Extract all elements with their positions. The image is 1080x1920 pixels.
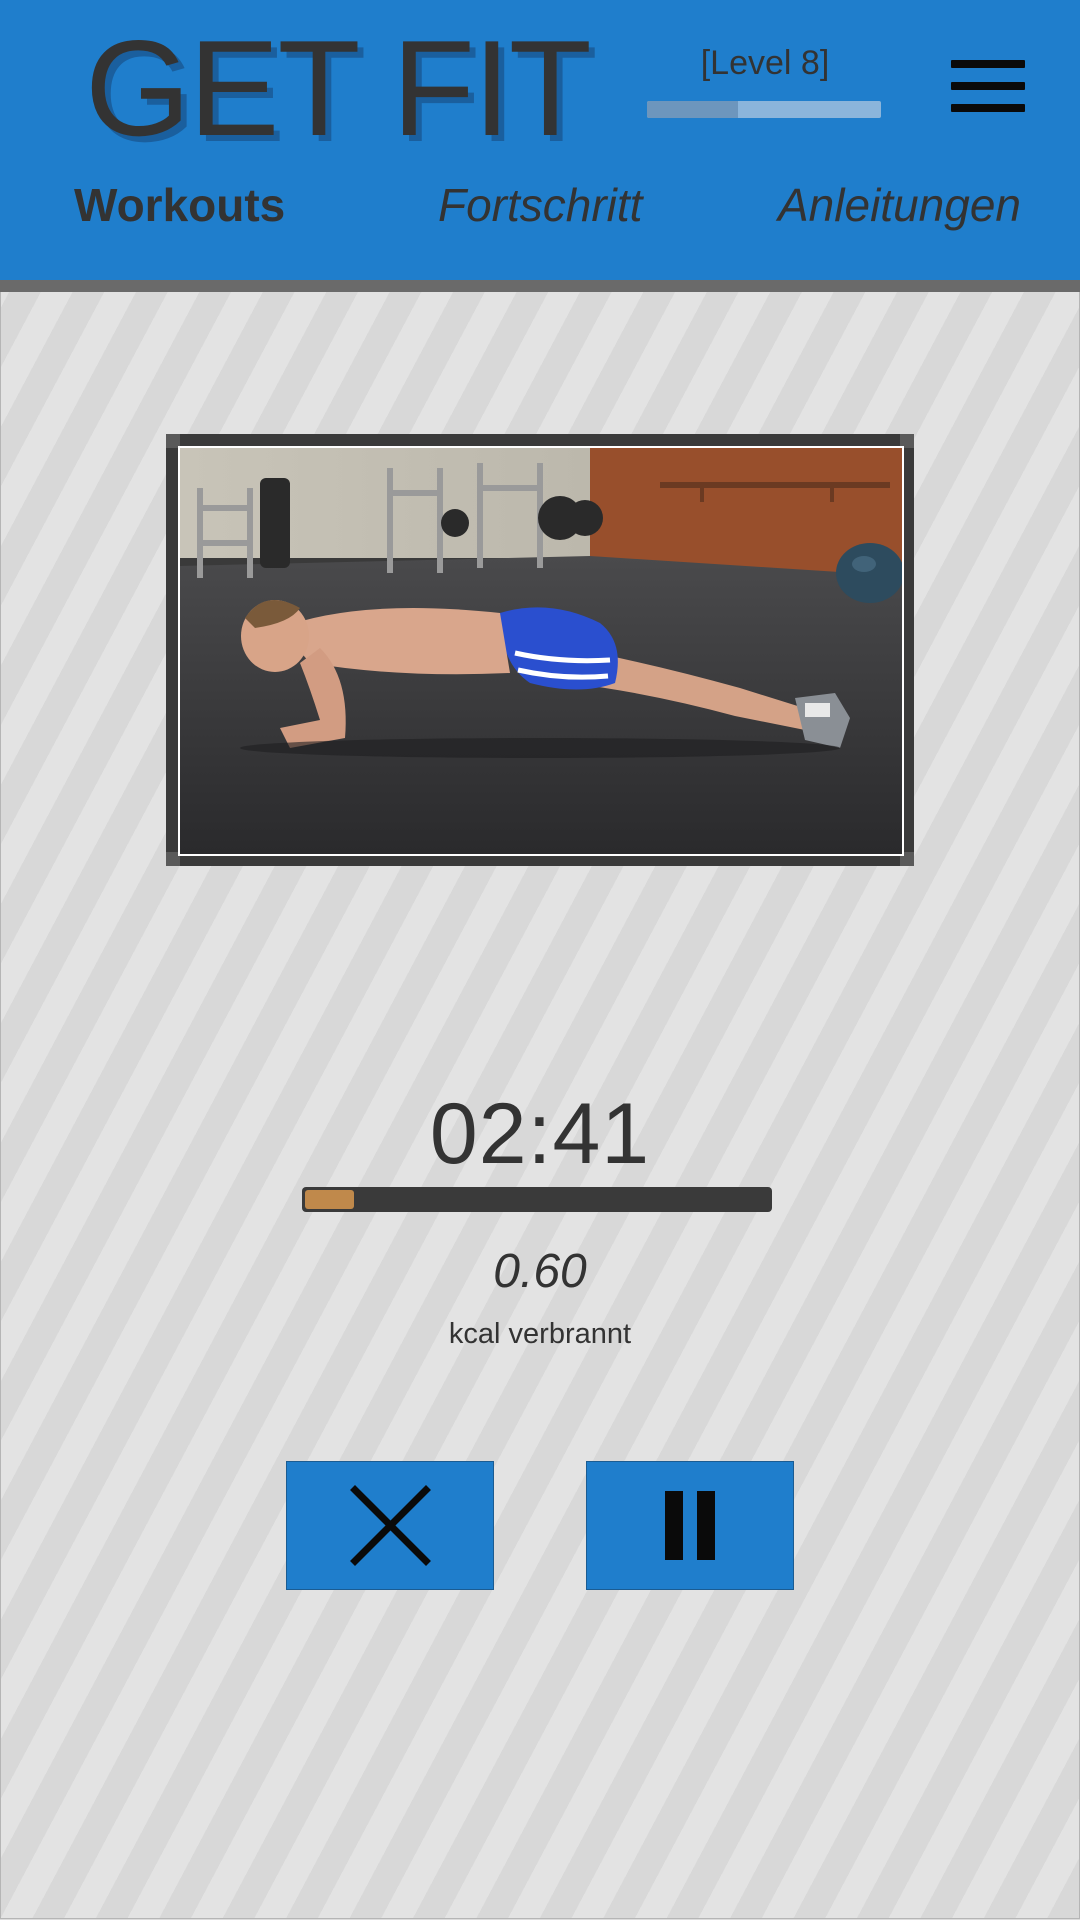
close-icon xyxy=(350,1485,431,1566)
exercise-video[interactable] xyxy=(178,446,904,856)
workout-timer: 02:41 xyxy=(429,1086,651,1182)
tab-workouts[interactable]: Workouts xyxy=(74,178,285,232)
kcal-label: kcal verbrannt xyxy=(448,1318,632,1350)
level-label: [Level 8] xyxy=(700,44,830,82)
app-header: GET FIT [Level 8] Workouts Fortschritt A… xyxy=(0,0,1080,280)
pause-icon xyxy=(665,1491,715,1560)
workout-progress-bar xyxy=(302,1187,772,1212)
menu-icon xyxy=(951,60,1025,68)
pause-button[interactable] xyxy=(586,1461,794,1590)
tab-fortschritt[interactable]: Fortschritt xyxy=(438,178,642,232)
level-progress-fill xyxy=(647,101,739,118)
header-divider xyxy=(0,280,1080,292)
workout-progress-fill xyxy=(305,1190,354,1209)
app-logo: GET FIT xyxy=(85,12,592,164)
menu-button[interactable] xyxy=(946,54,1028,118)
kcal-value: 0.60 xyxy=(493,1245,587,1298)
plank-exercise-image xyxy=(180,448,902,854)
level-progress-bar xyxy=(647,101,881,118)
stop-button[interactable] xyxy=(286,1461,494,1590)
tab-anleitungen[interactable]: Anleitungen xyxy=(778,178,1021,232)
